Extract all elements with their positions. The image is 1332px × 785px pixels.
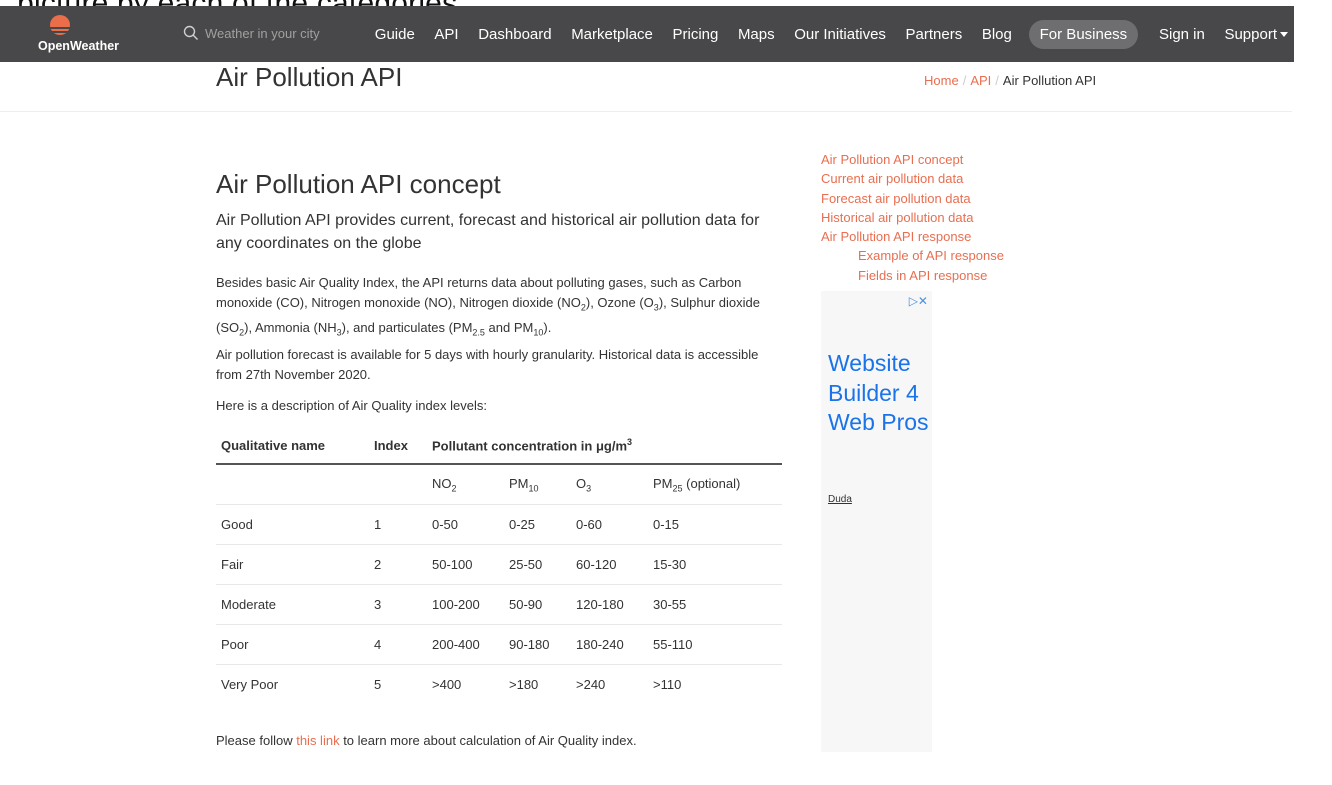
table-cell: 25-50 (504, 544, 571, 585)
breadcrumb-separator: / (995, 73, 999, 88)
logo-text: OpenWeather (38, 39, 120, 53)
table-cell: >180 (504, 664, 571, 704)
table-cell: 2 (369, 544, 427, 585)
table-row: Good 1 0-50 0-25 0-60 0-15 (216, 504, 782, 545)
subcol-pm10: PM10 (509, 475, 539, 494)
ad-banner[interactable]: ▷✕ Website Builder 4 Web Pros Duda (821, 291, 932, 752)
table-cell: 100-200 (427, 584, 504, 625)
toc-item-fields[interactable]: Fields in API response (821, 266, 1004, 285)
search-input[interactable]: Weather in your city (205, 26, 320, 41)
ad-choices-close-icon[interactable]: ▷✕ (909, 294, 928, 308)
table-cell (369, 464, 427, 505)
search-icon (183, 25, 198, 40)
top-navbar: OpenWeather Weather in your city Guide A… (0, 6, 1294, 62)
ad-headline[interactable]: Website Builder 4 Web Pros (828, 349, 932, 438)
toc-item-forecast[interactable]: Forecast air pollution data (821, 189, 1004, 208)
table-cell: 180-240 (571, 624, 648, 665)
subcol-no2: NO2 (432, 475, 457, 494)
table-cell: 5 (369, 664, 427, 704)
pollutants-paragraph: Besides basic Air Quality Index, the API… (216, 275, 760, 338)
toc-item-response[interactable]: Air Pollution API response (821, 227, 1004, 246)
table-cell: 120-180 (571, 584, 648, 625)
sign-in-link[interactable]: Sign in (1149, 26, 1214, 43)
table-cell: >400 (427, 664, 504, 704)
support-label: Support (1224, 25, 1277, 43)
table-row: Fair 2 50-100 25-50 60-120 15-30 (216, 544, 782, 585)
breadcrumb-separator: / (962, 73, 967, 88)
table-cell: Very Poor (216, 664, 369, 704)
nav-menu: Guide API Dashboard Marketplace Pricing … (365, 6, 1298, 62)
aqi-link-paragraph: Please follow this link to learn more ab… (216, 733, 637, 748)
index-intro-paragraph: Here is a description of Air Quality ind… (216, 398, 487, 413)
nav-marketplace[interactable]: Marketplace (561, 26, 662, 43)
table-row: Moderate 3 100-200 50-90 120-180 30-55 (216, 584, 782, 625)
nav-api[interactable]: API (425, 26, 469, 43)
this-link[interactable]: this link (296, 733, 339, 748)
pollutants-text: Besides basic Air Quality Index, the API… (216, 275, 742, 310)
table-cell: 3 (369, 584, 427, 625)
table-row: Poor 4 200-400 90-180 180-240 55-110 (216, 624, 782, 665)
table-cell: 0-60 (571, 504, 648, 545)
nav-dashboard[interactable]: Dashboard (468, 26, 561, 43)
toc-item-example[interactable]: Example of API response (821, 246, 1004, 265)
ad-brand[interactable]: Duda (828, 494, 852, 505)
table-cell: Moderate (216, 584, 369, 625)
table-cell (216, 464, 369, 505)
toc-item-historical[interactable]: Historical air pollution data (821, 208, 1004, 227)
nav-partners[interactable]: Partners (896, 26, 972, 43)
col-pollutant-concentration: Pollutant concentration in μg/m3 (427, 428, 782, 465)
table-cell: 50-90 (504, 584, 571, 625)
breadcrumb: Home / API / Air Pollution API (924, 73, 1096, 88)
table-cell: 60-120 (571, 544, 648, 585)
lead-paragraph: Air Pollution API provides current, fore… (216, 212, 760, 252)
table-cell: 4 (369, 624, 427, 665)
sun-logo-icon (46, 15, 74, 35)
breadcrumb-home[interactable]: Home (924, 73, 959, 88)
table-cell: 0-50 (427, 504, 504, 545)
table-row: Very Poor 5 >400 >180 >240 >110 (216, 664, 782, 704)
table-cell: 55-110 (648, 624, 782, 665)
table-cell: Fair (216, 544, 369, 585)
table-cell: >110 (648, 664, 782, 704)
section-heading: Air Pollution API concept (216, 169, 501, 199)
openweather-logo[interactable]: OpenWeather (38, 14, 130, 54)
forecast-paragraph: Air pollution forecast is available for … (216, 347, 759, 382)
table-cell: 1 (369, 504, 427, 545)
toc-item-concept[interactable]: Air Pollution API concept (821, 150, 1004, 169)
nav-our-initiatives[interactable]: Our Initiatives (784, 26, 895, 43)
table-cell: 50-100 (427, 544, 504, 585)
table-cell: 0-25 (504, 504, 571, 545)
for-business-button[interactable]: For Business (1028, 19, 1139, 49)
subcol-pm25: PM25 (optional) (653, 475, 741, 494)
table-cell: 15-30 (648, 544, 782, 585)
nav-guide[interactable]: Guide (365, 26, 425, 43)
header-divider (0, 111, 1292, 112)
table-cell: 30-55 (648, 584, 782, 625)
nav-maps[interactable]: Maps (728, 26, 784, 43)
air-quality-table: Qualitative name Index Pollutant concent… (216, 428, 782, 704)
pollutant-header-text: Pollutant concentration in μg/m (432, 438, 628, 454)
table-cell: 90-180 (504, 624, 571, 665)
support-menu[interactable]: Support (1215, 26, 1298, 43)
table-of-contents: Air Pollution API concept Current air po… (821, 150, 1004, 285)
nav-blog[interactable]: Blog (972, 26, 1022, 43)
table-subheader-row: NO2 PM10 O3 PM25 (optional) (216, 464, 782, 505)
nav-pricing[interactable]: Pricing (663, 26, 728, 43)
caret-down-icon (1280, 32, 1288, 38)
table-cell: Good (216, 504, 369, 545)
subcol-o3: O3 (576, 475, 592, 494)
table-cell: Poor (216, 624, 369, 665)
page-title: Air Pollution API (216, 62, 403, 92)
breadcrumb-current: Air Pollution API (1002, 73, 1097, 88)
breadcrumb-api[interactable]: API (970, 73, 991, 88)
table-cell: >240 (571, 664, 648, 704)
col-qualitative-name: Qualitative name (216, 428, 369, 465)
table-cell: 200-400 (427, 624, 504, 665)
table-cell: 0-15 (648, 504, 782, 545)
toc-item-current[interactable]: Current air pollution data (821, 169, 1004, 188)
col-index: Index (369, 428, 427, 465)
city-search[interactable]: Weather in your city (183, 22, 320, 44)
